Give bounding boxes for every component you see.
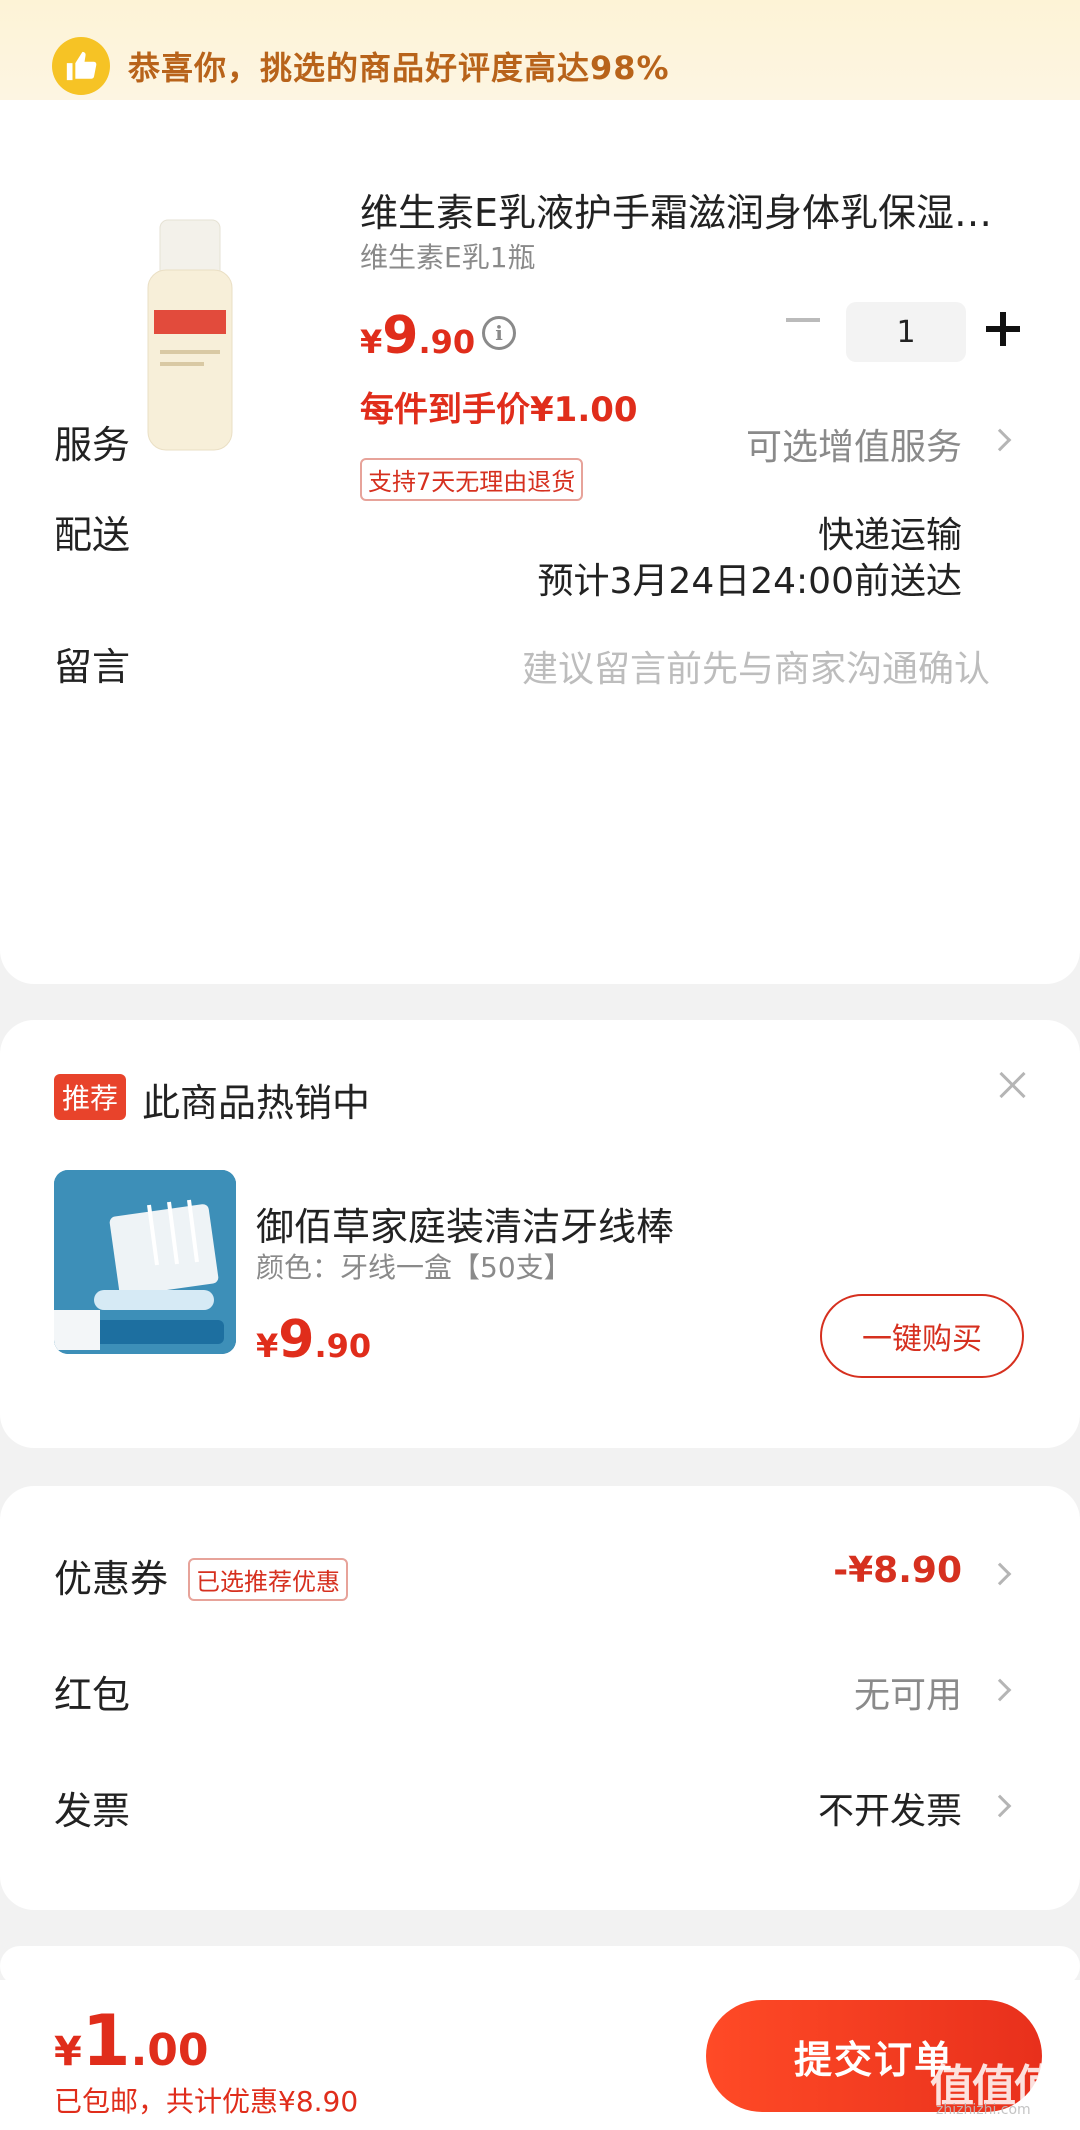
coupon-value[interactable]: -¥8.90 — [833, 1550, 962, 1591]
price-currency: ¥ — [256, 1327, 279, 1365]
return-policy-badge: 支持7天无理由退货 — [360, 458, 584, 501]
redpack-value[interactable]: 无可用 — [854, 1666, 962, 1718]
recommend-product-name[interactable]: 御佰草家庭装清洁牙线棒 — [256, 1196, 674, 1251]
recommend-tag: 推荐 — [54, 1074, 127, 1120]
service-value[interactable]: 可选增值服务 — [746, 418, 962, 470]
quantity-field[interactable]: 1 — [846, 302, 966, 362]
close-icon[interactable] — [998, 1070, 1028, 1100]
final-price: 每件到手价¥1.00 — [360, 390, 638, 430]
product-image[interactable] — [140, 210, 240, 460]
coupon-label: 优惠券 — [54, 1557, 169, 1601]
banner-text: 恭喜你，挑选的商品好评度高达98% — [128, 49, 670, 87]
price-decimal: .90 — [418, 323, 476, 361]
total-currency: ¥ — [54, 2029, 82, 2075]
recommend-product-image[interactable] — [54, 1170, 236, 1354]
decrease-quantity-button[interactable] — [786, 318, 820, 322]
coupon-badge: 已选推荐优惠 — [188, 1558, 348, 1601]
recommend-product-price: ¥9.90 — [256, 1310, 371, 1370]
price-decimal: .90 — [314, 1327, 372, 1365]
thumbs-up-icon — [52, 37, 110, 95]
service-label: 服务 — [54, 423, 131, 467]
increase-quantity-button[interactable] — [986, 312, 1020, 346]
delivery-method: 快递运输 — [817, 515, 962, 556]
recommend-title: 此商品热销中 — [142, 1081, 371, 1125]
product-sku[interactable]: 维生素E乳1瓶 — [360, 236, 536, 276]
product-title[interactable]: 维生素E乳液护手霜滋润身体乳保湿… — [360, 182, 992, 237]
message-input[interactable]: 建议留言前先与商家沟通确认 — [522, 640, 990, 692]
product-price: ¥9.90 — [360, 306, 475, 366]
watermark-url: zhizhizhi.com — [936, 2102, 1031, 2118]
info-icon[interactable]: i — [482, 316, 516, 350]
total-price: ¥1.00 — [54, 2000, 209, 2082]
total-decimal: .00 — [130, 2025, 209, 2076]
price-integer: 9 — [382, 306, 419, 366]
price-integer: 9 — [278, 1310, 315, 1370]
message-label: 留言 — [54, 645, 131, 689]
price-currency: ¥ — [360, 323, 383, 361]
invoice-label: 发票 — [54, 1789, 131, 1833]
one-click-buy-button[interactable]: 一键购买 — [820, 1294, 1024, 1378]
delivery-eta: 预计3月24日24:00前送达 — [537, 561, 962, 602]
shipping-discount-note: 已包邮，共计优惠¥8.90 — [54, 2085, 359, 2118]
total-integer: 1 — [81, 2000, 131, 2082]
invoice-value[interactable]: 不开发票 — [818, 1782, 962, 1834]
delivery-label: 配送 — [54, 513, 131, 557]
redpack-label: 红包 — [54, 1673, 131, 1717]
recommend-product-spec: 颜色：牙线一盒【50支】 — [256, 1251, 572, 1284]
